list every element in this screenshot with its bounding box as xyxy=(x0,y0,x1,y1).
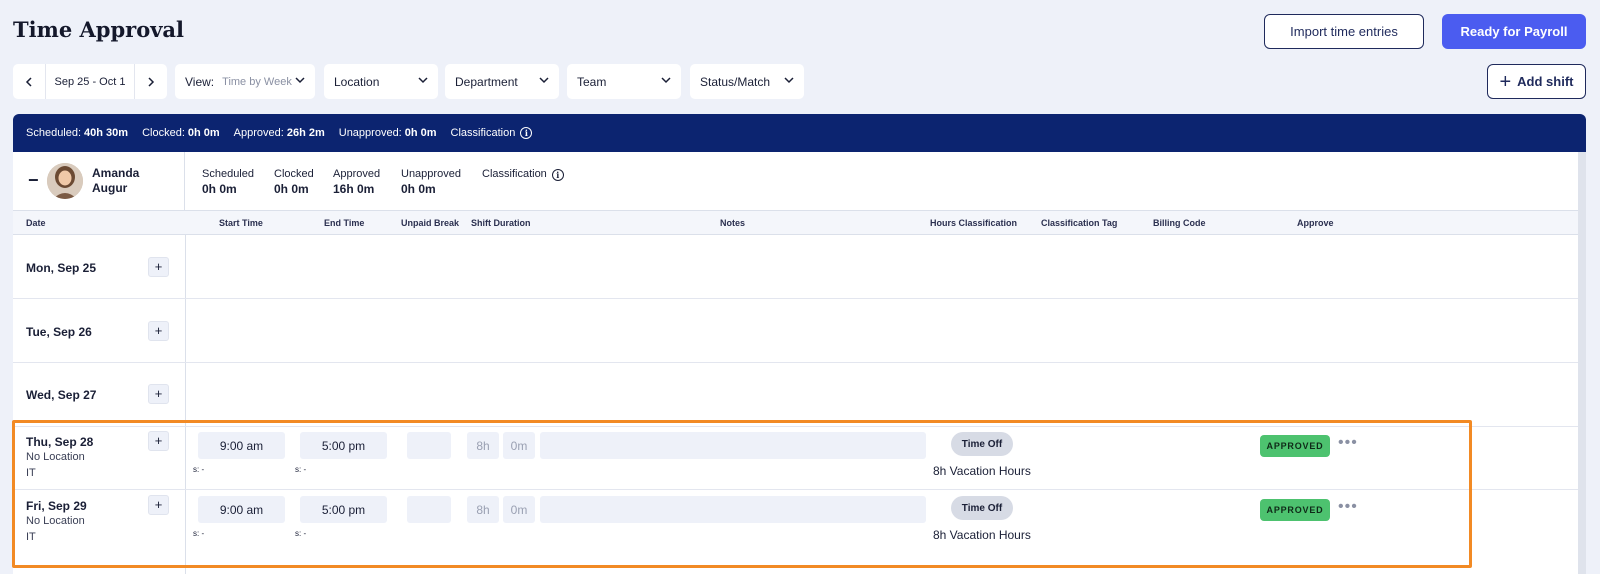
minus-icon[interactable]: − xyxy=(28,170,39,191)
scrollbar[interactable] xyxy=(1578,152,1586,574)
avatar xyxy=(47,163,83,199)
day-date: Tue, Sep 26 xyxy=(26,325,92,339)
col-date: Date xyxy=(26,218,46,228)
col-end-time: End Time xyxy=(324,218,365,228)
col-start-time: Start Time xyxy=(219,218,263,228)
summary-approved-value: 26h 2m xyxy=(286,127,325,139)
location-select[interactable]: Location xyxy=(324,64,438,99)
employee-stat-clocked: Clocked 0h 0m xyxy=(274,167,314,197)
chevron-down-icon xyxy=(539,77,549,84)
summary-clocked-value: 0h 0m xyxy=(187,127,220,139)
chevron-down-icon xyxy=(418,77,428,84)
add-shift-button[interactable]: + Add shift xyxy=(1487,64,1586,99)
stat-value: 0h 0m xyxy=(401,182,436,196)
highlight-box xyxy=(12,420,1472,568)
status-match-select[interactable]: Status/Match xyxy=(690,64,804,99)
status-match-label: Status/Match xyxy=(700,74,771,89)
info-icon[interactable]: i xyxy=(520,127,533,139)
col-unpaid-break: Unpaid Break xyxy=(401,218,460,228)
view-select[interactable]: View: Time by Week xyxy=(175,64,315,99)
chevron-right-icon[interactable] xyxy=(135,64,167,99)
col-approve: Approve xyxy=(1297,218,1334,228)
employee-first-name: Amanda xyxy=(92,166,140,180)
day-row-wed: Wed, Sep 27 + xyxy=(13,363,1578,427)
employee-last-name: Augur xyxy=(92,181,128,195)
employee-stat-unapproved: Unapproved 0h 0m xyxy=(401,167,461,197)
stat-label: Unapproved xyxy=(401,168,461,180)
col-hours-classification: Hours Classification xyxy=(930,218,1018,228)
employee-name: Amanda Augur xyxy=(92,166,139,196)
summary-unapproved-label: Unapproved: xyxy=(338,127,402,139)
employee-stat-classification: Classification i xyxy=(482,167,564,182)
department-label: Department xyxy=(455,74,518,89)
team-select[interactable]: Team xyxy=(567,64,681,99)
stat-label: Classification xyxy=(482,168,547,180)
location-label: Location xyxy=(334,74,380,89)
col-notes: Notes xyxy=(720,218,746,228)
add-shift-label: Add shift xyxy=(1517,74,1574,89)
summary-classification-label: Classification xyxy=(450,127,516,139)
ready-for-payroll-button[interactable]: Ready for Payroll xyxy=(1442,14,1586,49)
summary-bar: Scheduled: 40h 30m Clocked: 0h 0m Approved… xyxy=(13,114,1586,152)
day-row-mon: Mon, Sep 25 + xyxy=(13,235,1578,299)
stat-value: 16h 0m xyxy=(333,182,375,196)
chevron-down-icon xyxy=(295,77,305,84)
summary-unapproved-value: 0h 0m xyxy=(404,127,437,139)
plus-icon[interactable]: + xyxy=(148,384,169,404)
stat-value: 0h 0m xyxy=(202,182,237,196)
view-value: Time by Week xyxy=(222,75,292,88)
employee-stat-approved: Approved 16h 0m xyxy=(333,167,380,197)
employee-identity: − Amanda Augur xyxy=(13,152,185,211)
chevron-down-icon xyxy=(784,77,794,84)
import-time-entries-button[interactable]: Import time entries xyxy=(1264,14,1424,49)
date-range-label[interactable]: Sep 25 - Oct 1 xyxy=(45,64,135,99)
employee-stat-scheduled: Scheduled 0h 0m xyxy=(202,167,254,197)
summary-scheduled-label: Scheduled: xyxy=(26,127,82,139)
stat-label: Scheduled xyxy=(202,168,254,180)
stat-label: Approved xyxy=(333,168,381,180)
summary-approved-label: Approved: xyxy=(233,127,284,139)
col-classification-tag: Classification Tag xyxy=(1041,218,1118,228)
col-shift-duration: Shift Duration xyxy=(471,218,531,228)
summary-clocked-label: Clocked: xyxy=(142,127,185,139)
col-billing-code: Billing Code xyxy=(1153,218,1206,228)
department-select[interactable]: Department xyxy=(445,64,559,99)
chevron-left-icon[interactable] xyxy=(13,64,45,99)
plus-icon[interactable]: + xyxy=(148,257,169,277)
chevron-down-icon xyxy=(661,77,671,84)
page-title: Time Approval xyxy=(13,17,185,42)
stat-value: 0h 0m xyxy=(274,182,309,196)
column-headers: Date Start Time End Time Unpaid Break Sh… xyxy=(13,211,1578,235)
team-label: Team xyxy=(577,74,607,89)
day-date: Mon, Sep 25 xyxy=(26,261,97,275)
employee-header: − Amanda Augur Scheduled 0h 0m Clocked 0… xyxy=(13,152,1578,211)
summary-scheduled-value: 40h 30m xyxy=(84,127,129,139)
stat-label: Clocked xyxy=(274,168,314,180)
day-date: Wed, Sep 27 xyxy=(26,388,97,402)
plus-icon[interactable]: + xyxy=(148,321,169,341)
view-label: View: xyxy=(185,74,215,89)
date-navigator: Sep 25 - Oct 1 xyxy=(13,64,167,99)
plus-icon: + xyxy=(1499,70,1512,93)
info-icon[interactable]: i xyxy=(551,168,564,181)
day-row-tue: Tue, Sep 26 + xyxy=(13,299,1578,363)
